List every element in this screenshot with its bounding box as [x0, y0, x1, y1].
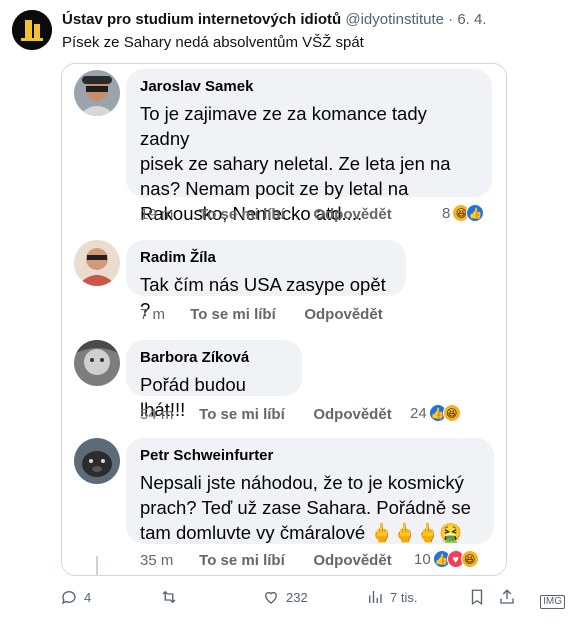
comment-meta: 7 m To se mi líbí Odpovědět [140, 306, 383, 323]
retweet-button[interactable] [160, 588, 184, 606]
comment-avatar[interactable] [74, 240, 120, 286]
comment-line: nas? Nemam pocit ze by letal na [140, 178, 409, 199]
reaction-count: 10 [414, 550, 431, 568]
author-name[interactable]: Ústav pro studium internetových idiotů [62, 11, 341, 28]
comment-line: tam domluvte vy čmáralové 🖕🖕🖕🤮 [140, 522, 463, 543]
comment-bubble: Radim Žíla Tak čím nás USA zasype opět ? [126, 240, 406, 320]
reply-link[interactable]: Odpovědět [313, 406, 391, 423]
reply-link[interactable]: Odpovědět [304, 306, 382, 323]
reply-link[interactable]: Odpovědět [313, 552, 391, 569]
avatar-photo-icon [74, 70, 120, 116]
avatar-photo-icon [74, 240, 120, 286]
comment-avatar[interactable] [74, 438, 120, 484]
heart-icon [265, 591, 277, 604]
author-handle[interactable]: @idyotinstitute [345, 11, 444, 28]
like-link[interactable]: To se mi líbí [199, 406, 309, 423]
comment-time[interactable]: 35 m [140, 552, 195, 569]
like-link[interactable]: To se mi líbí [199, 206, 309, 223]
reaction-summary[interactable]: 8 😆 👍 [442, 204, 485, 222]
tweet-text: Písek ze Sahary nedá absolventům VŠŽ spá… [62, 34, 364, 51]
like-count: 232 [286, 589, 308, 605]
comment-line: Nepsali jste náhodou, že to je kosmický [140, 472, 464, 493]
thread-line [96, 556, 98, 575]
avatar-photo-icon [74, 438, 120, 484]
analytics-icon [369, 591, 382, 603]
bookmark-icon [471, 589, 483, 606]
tweet-date[interactable]: 6. 4. [457, 11, 486, 28]
haha-reaction-icon: 😆 [442, 404, 461, 422]
reply-icon [61, 591, 76, 605]
reply-button[interactable]: 4 [60, 588, 91, 606]
tweet-header: Ústav pro studium internetových idiotů @… [62, 11, 487, 28]
comment-author[interactable]: Jaroslav Samek [140, 77, 478, 97]
retweet-icon [162, 590, 176, 604]
author-avatar[interactable] [12, 10, 52, 50]
like-button[interactable]: 232 [262, 588, 308, 606]
share-icon [500, 589, 514, 604]
comment-line: pisek ze sahary neletal. Ze leta jen na [140, 153, 451, 174]
comment-bubble: Barbora Zíková Pořád budou lhát!!! [126, 340, 302, 420]
bookmark-button[interactable] [468, 588, 486, 606]
views-count: 7 tis. [390, 589, 418, 605]
comment-text: Nepsali jste náhodou, že to je kosmický … [140, 470, 480, 545]
comment-author[interactable]: Radim Žíla [140, 248, 392, 268]
comment-author[interactable]: Barbora Zíková [140, 348, 288, 368]
comment-author[interactable]: Petr Schweinfurter [140, 446, 480, 466]
share-button[interactable] [498, 588, 516, 606]
header-separator: · [448, 11, 454, 28]
comment-avatar[interactable] [74, 70, 120, 116]
comment-time[interactable]: 7 m [140, 306, 186, 323]
avatar-photo-icon [74, 340, 120, 386]
comment-line: prach? Teď už zase Sahara. Pořádně se [140, 497, 471, 518]
reaction-count: 8 [442, 204, 451, 222]
like-link[interactable]: To se mi líbí [199, 552, 309, 569]
comment-avatar[interactable] [74, 340, 120, 386]
reaction-summary[interactable]: 10 👍 ♥ 😆 [414, 550, 479, 568]
tweet-image[interactable]: Jaroslav Samek To je zajimave ze za koma… [61, 63, 507, 576]
institute-logo-icon [12, 10, 52, 50]
comment-meta: 35 m To se mi líbí Odpovědět [140, 552, 392, 569]
reaction-summary[interactable]: 24 👍 😆 [410, 404, 461, 422]
reply-count: 4 [84, 589, 92, 605]
haha-reaction-icon: 😆 [460, 550, 479, 568]
img-badge[interactable]: IMG [540, 595, 565, 609]
comment-meta: 54 m To se mi líbí Odpovědět [140, 406, 392, 423]
comment-time[interactable]: 54 m [140, 406, 195, 423]
tweet-actions: 4 232 7 tis. [60, 588, 570, 610]
reaction-count: 24 [410, 404, 427, 422]
views-button[interactable]: 7 tis. [366, 588, 417, 606]
like-link[interactable]: To se mi líbí [190, 306, 300, 323]
comment-bubble: Petr Schweinfurter Nepsali jste náhodou,… [126, 438, 494, 544]
comment-bubble: Jaroslav Samek To je zajimave ze za koma… [126, 69, 492, 224]
comment-time[interactable]: 19 m [140, 206, 195, 223]
reply-link[interactable]: Odpovědět [313, 206, 391, 223]
tweet: Ústav pro studium internetových idiotů @… [0, 0, 577, 624]
like-reaction-icon: 👍 [466, 204, 485, 222]
comment-line: To je zajimave ze za komance tady zadny [140, 103, 427, 149]
comment-meta: 19 m To se mi líbí Odpovědět [140, 206, 392, 223]
